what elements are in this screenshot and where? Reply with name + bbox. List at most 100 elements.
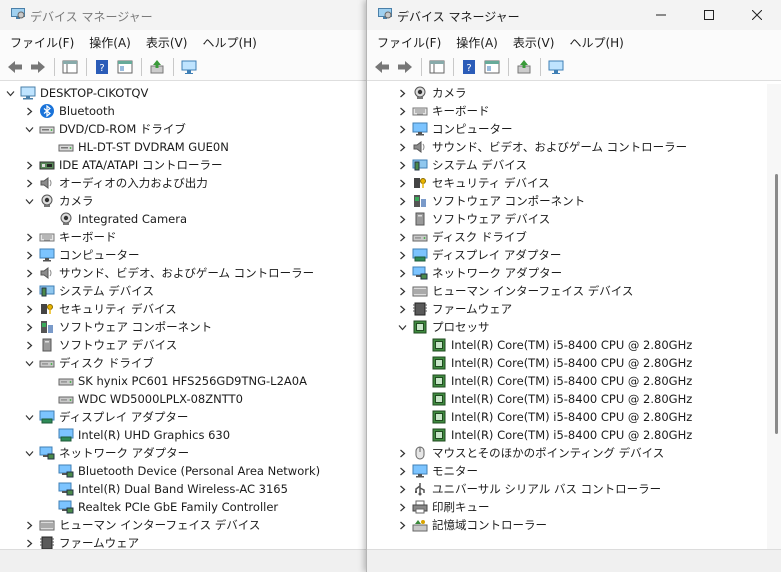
expand-toggle-closed[interactable] xyxy=(396,138,408,156)
expand-toggle-open[interactable] xyxy=(23,408,35,426)
menu-view[interactable]: 表示(V) xyxy=(513,34,555,51)
tree-item-category[interactable]: ディスク ドライブ xyxy=(0,354,371,372)
tree-item-device[interactable]: Intel(R) Core(TM) i5-8400 CPU @ 2.80GHz xyxy=(367,426,767,444)
tree-item-device[interactable]: Intel(R) UHD Graphics 630 xyxy=(0,426,371,444)
scrollbar-thumb[interactable] xyxy=(775,174,778,434)
expand-toggle-closed[interactable] xyxy=(396,192,408,210)
update-driver-button[interactable] xyxy=(513,56,535,78)
show-hide-console-tree-button[interactable] xyxy=(426,56,448,78)
tree-item-category[interactable]: サウンド、ビデオ、およびゲーム コントローラー xyxy=(367,138,767,156)
properties-pane-button[interactable] xyxy=(114,56,136,78)
device-tree[interactable]: カメラ キーボード コンピューター サウンド、ビデオ、およびゲーム コントローラー シス… xyxy=(367,84,767,550)
expand-toggle-closed[interactable] xyxy=(396,120,408,138)
tree-item-category[interactable]: DVD/CD-ROM ドライブ xyxy=(0,120,371,138)
expand-toggle-closed[interactable] xyxy=(396,156,408,174)
expand-toggle-closed[interactable] xyxy=(23,264,35,282)
menu-view[interactable]: 表示(V) xyxy=(146,34,188,51)
tree-item-category[interactable]: DESKTOP-CIKOTQV xyxy=(0,84,371,102)
tree-item-device[interactable]: SK hynix PC601 HFS256GD9TNG-L2A0A xyxy=(0,372,371,390)
tree-item-category[interactable]: IDE ATA/ATAPI コントローラー xyxy=(0,156,371,174)
tree-item-device[interactable]: Intel(R) Core(TM) i5-8400 CPU @ 2.80GHz xyxy=(367,372,767,390)
device-tree[interactable]: DESKTOP-CIKOTQV Bluetooth DVD/CD-ROM ドライブ H… xyxy=(0,84,371,550)
tree-item-category[interactable]: セキュリティ デバイス xyxy=(0,300,371,318)
expand-toggle-open[interactable] xyxy=(23,120,35,138)
tree-item-device[interactable]: Integrated Camera xyxy=(0,210,371,228)
tree-item-device[interactable]: Realtek PCIe GbE Family Controller xyxy=(0,498,371,516)
tree-item-category[interactable]: Bluetooth xyxy=(0,102,371,120)
expand-toggle-closed[interactable] xyxy=(396,300,408,318)
close-button[interactable] xyxy=(733,0,781,30)
tree-item-category[interactable]: ネットワーク アダプター xyxy=(0,444,371,462)
tree-item-category[interactable]: マウスとそのほかのポインティング デバイス xyxy=(367,444,767,462)
tree-item-device[interactable]: Intel(R) Core(TM) i5-8400 CPU @ 2.80GHz xyxy=(367,408,767,426)
minimize-button[interactable] xyxy=(637,0,685,30)
tree-item-device[interactable]: Intel(R) Core(TM) i5-8400 CPU @ 2.80GHz xyxy=(367,390,767,408)
tree-item-category[interactable]: キーボード xyxy=(0,228,371,246)
expand-toggle-open[interactable] xyxy=(396,318,408,336)
expand-toggle-closed[interactable] xyxy=(396,498,408,516)
expand-toggle-closed[interactable] xyxy=(23,318,35,336)
expand-toggle-closed[interactable] xyxy=(396,228,408,246)
forward-button[interactable] xyxy=(27,56,49,78)
expand-toggle-closed[interactable] xyxy=(396,246,408,264)
properties-pane-button[interactable] xyxy=(481,56,503,78)
tree-item-category[interactable]: ネットワーク アダプター xyxy=(367,264,767,282)
tree-item-category[interactable]: システム デバイス xyxy=(0,282,371,300)
tree-item-category[interactable]: ファームウェア xyxy=(0,534,371,550)
forward-button[interactable] xyxy=(394,56,416,78)
tree-item-category[interactable]: 印刷キュー xyxy=(367,498,767,516)
help-button[interactable]: ? xyxy=(458,56,480,78)
expand-toggle-closed[interactable] xyxy=(23,102,35,120)
scan-hardware-button[interactable] xyxy=(178,56,200,78)
tree-item-category[interactable]: オーディオの入力および出力 xyxy=(0,174,371,192)
scan-hardware-button[interactable] xyxy=(545,56,567,78)
menu-help[interactable]: ヘルプ(H) xyxy=(202,34,256,51)
tree-item-category[interactable]: モニター xyxy=(367,462,767,480)
update-driver-button[interactable] xyxy=(146,56,168,78)
expand-toggle-open[interactable] xyxy=(23,444,35,462)
tree-item-category[interactable]: ディスク ドライブ xyxy=(367,228,767,246)
back-button[interactable] xyxy=(4,56,26,78)
menu-action[interactable]: 操作(A) xyxy=(456,34,498,51)
tree-item-category[interactable]: コンピューター xyxy=(367,120,767,138)
menu-file[interactable]: ファイル(F) xyxy=(10,34,74,51)
tree-item-category[interactable]: システム デバイス xyxy=(367,156,767,174)
tree-item-category[interactable]: プロセッサ xyxy=(367,318,767,336)
tree-item-category[interactable]: ディスプレイ アダプター xyxy=(367,246,767,264)
expand-toggle-open[interactable] xyxy=(4,84,16,102)
tree-item-category[interactable]: ヒューマン インターフェイス デバイス xyxy=(0,516,371,534)
menu-file[interactable]: ファイル(F) xyxy=(377,34,441,51)
tree-item-category[interactable]: サウンド、ビデオ、およびゲーム コントローラー xyxy=(0,264,371,282)
expand-toggle-closed[interactable] xyxy=(23,336,35,354)
expand-toggle-closed[interactable] xyxy=(396,462,408,480)
maximize-button[interactable] xyxy=(685,0,733,30)
tree-item-device[interactable]: HL-DT-ST DVDRAM GUE0N xyxy=(0,138,371,156)
help-button[interactable]: ? xyxy=(91,56,113,78)
show-hide-console-tree-button[interactable] xyxy=(59,56,81,78)
tree-item-category[interactable]: ユニバーサル シリアル バス コントローラー xyxy=(367,480,767,498)
expand-toggle-closed[interactable] xyxy=(396,210,408,228)
expand-toggle-closed[interactable] xyxy=(23,174,35,192)
tree-item-category[interactable]: セキュリティ デバイス xyxy=(367,174,767,192)
tree-item-device[interactable]: Intel(R) Dual Band Wireless-AC 3165 xyxy=(0,480,371,498)
tree-item-category[interactable]: ファームウェア xyxy=(367,300,767,318)
back-button[interactable] xyxy=(371,56,393,78)
expand-toggle-closed[interactable] xyxy=(396,444,408,462)
expand-toggle-closed[interactable] xyxy=(396,516,408,534)
expand-toggle-closed[interactable] xyxy=(396,264,408,282)
tree-item-device[interactable]: WDC WD5000LPLX-08ZNTT0 xyxy=(0,390,371,408)
expand-toggle-closed[interactable] xyxy=(396,102,408,120)
expand-toggle-closed[interactable] xyxy=(23,246,35,264)
expand-toggle-open[interactable] xyxy=(23,192,35,210)
tree-item-category[interactable]: 記憶域コントローラー xyxy=(367,516,767,534)
expand-toggle-open[interactable] xyxy=(23,354,35,372)
expand-toggle-closed[interactable] xyxy=(396,84,408,102)
expand-toggle-closed[interactable] xyxy=(396,480,408,498)
tree-item-category[interactable]: カメラ xyxy=(367,84,767,102)
tree-item-category[interactable]: ソフトウェア デバイス xyxy=(367,210,767,228)
tree-item-category[interactable]: カメラ xyxy=(0,192,371,210)
expand-toggle-closed[interactable] xyxy=(23,300,35,318)
menu-action[interactable]: 操作(A) xyxy=(89,34,131,51)
expand-toggle-closed[interactable] xyxy=(23,516,35,534)
vertical-scrollbar[interactable] xyxy=(767,84,781,550)
